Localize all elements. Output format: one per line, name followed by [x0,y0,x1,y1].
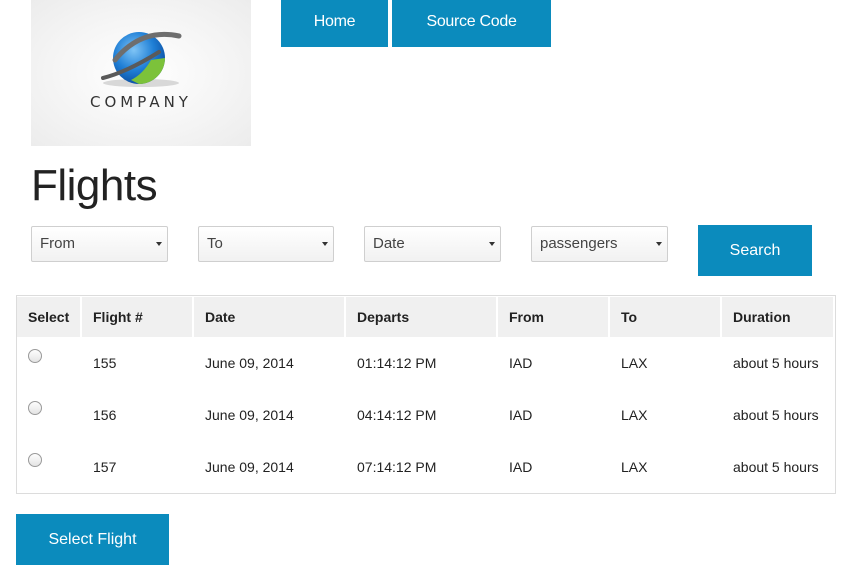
date-cell: June 09, 2014 [205,355,294,371]
from-cell: IAD [509,355,533,371]
to-cell: LAX [621,459,648,475]
passengers-select-value: passengers [540,235,618,252]
select-cell [17,337,82,389]
chevron-down-icon [322,242,328,246]
from-select[interactable]: From [31,226,168,262]
flight-radio[interactable] [28,453,42,467]
to-cell: LAX [621,407,648,423]
column-header: Flight # [82,296,194,337]
date-select-value: Date [373,235,405,252]
chevron-down-icon [156,242,162,246]
column-header: To [610,296,722,337]
flight-radio[interactable] [28,401,42,415]
passengers-select[interactable]: passengers [531,226,668,262]
select-cell [17,441,82,493]
to-select-value: To [207,235,223,252]
home-button[interactable]: Home [281,0,388,47]
company-logo: COMPANY [31,0,251,146]
departs-cell: 07:14:12 PM [357,459,437,475]
column-header: Departs [346,296,498,337]
to-select[interactable]: To [198,226,334,262]
to-cell: LAX [621,355,648,371]
search-button[interactable]: Search [698,225,812,276]
departs-cell: 01:14:12 PM [357,355,437,371]
flights-table: Select Flight # Date Departs From To Dur… [17,296,835,493]
flight-number-cell: 155 [93,355,117,371]
flight-number-cell: 156 [93,407,117,423]
departs-cell: 04:14:12 PM [357,407,437,423]
globe-icon [101,31,182,87]
page-title: Flights [31,161,158,210]
table-header-row: Select Flight # Date Departs From To Dur… [17,296,835,337]
table-row: 157 June 09, 2014 07:14:12 PM IAD LAX ab… [17,441,835,493]
column-header: Date [194,296,346,337]
flights-table-container: Select Flight # Date Departs From To Dur… [16,295,836,494]
duration-cell: about 5 hours [733,355,819,371]
table-row: 155 June 09, 2014 01:14:12 PM IAD LAX ab… [17,337,835,389]
flight-radio[interactable] [28,349,42,363]
flight-number-cell: 157 [93,459,117,475]
logo-text: COMPANY [90,93,192,111]
chevron-down-icon [489,242,495,246]
column-header: From [498,296,610,337]
duration-cell: about 5 hours [733,459,819,475]
date-cell: June 09, 2014 [205,407,294,423]
date-select[interactable]: Date [364,226,501,262]
duration-cell: about 5 hours [733,407,819,423]
date-cell: June 09, 2014 [205,459,294,475]
from-select-value: From [40,235,75,252]
from-cell: IAD [509,459,533,475]
table-row: 156 June 09, 2014 04:14:12 PM IAD LAX ab… [17,389,835,441]
column-header: Duration [722,296,835,337]
source-code-button[interactable]: Source Code [392,0,551,47]
column-header: Select [17,296,82,337]
select-cell [17,389,82,441]
from-cell: IAD [509,407,533,423]
select-flight-button[interactable]: Select Flight [16,514,169,565]
chevron-down-icon [656,242,662,246]
